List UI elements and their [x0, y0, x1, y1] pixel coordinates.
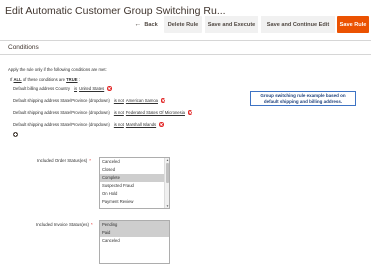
- condition-label: Default billing address Country: [13, 86, 71, 91]
- remove-condition-icon[interactable]: [187, 110, 193, 115]
- required-marker: *: [90, 222, 93, 227]
- callout-line-2: default shipping and billing address.: [263, 98, 343, 104]
- invoice-status-multiselect[interactable]: Pending Paid Canceled: [99, 220, 170, 264]
- required-marker: *: [89, 158, 91, 163]
- order-status-option[interactable]: Canceled: [100, 158, 169, 166]
- condition-row: Default shipping address State/Province …: [13, 98, 166, 103]
- condition-row: Default billing address Country is Unite…: [13, 86, 112, 91]
- root-middle: of these conditions are: [22, 77, 65, 82]
- condition-label: Default shipping address State/Province …: [13, 122, 110, 127]
- invoice-status-label-text: Included Invoice Status(es): [36, 222, 89, 227]
- save-and-execute-button[interactable]: Save and Execute: [205, 16, 258, 33]
- add-condition-icon[interactable]: [13, 132, 18, 137]
- save-and-continue-button[interactable]: Save and Continue Edit: [261, 16, 335, 33]
- back-button-label: Back: [144, 21, 158, 28]
- aggregator-select[interactable]: ALL: [14, 77, 22, 82]
- delete-rule-button[interactable]: Delete Rule: [164, 16, 202, 33]
- order-status-label: Included Order Status(es) *: [37, 158, 91, 163]
- order-status-option[interactable]: Payment Review: [100, 198, 169, 206]
- remove-condition-icon[interactable]: [107, 86, 112, 91]
- value-select[interactable]: TRUE: [66, 77, 77, 82]
- scroll-up-icon[interactable]: ▲: [166, 158, 170, 162]
- condition-value[interactable]: United States: [79, 86, 104, 91]
- back-button[interactable]: ← Back: [131, 16, 161, 33]
- condition-operator[interactable]: is: [74, 86, 77, 91]
- page-actions: ← Back Delete Rule Save and Execute Save…: [131, 16, 369, 33]
- condition-row: Default shipping address State/Province …: [13, 110, 193, 115]
- scroll-thumb[interactable]: [165, 163, 169, 183]
- order-status-option[interactable]: Suspected Fraud: [100, 182, 169, 190]
- annotation-callout: Group switching rule example based on de…: [250, 91, 356, 106]
- condition-operator[interactable]: is not: [114, 98, 124, 103]
- save-rule-button[interactable]: Save Rule: [337, 16, 369, 33]
- conditions-section-header[interactable]: Conditions: [0, 40, 371, 55]
- order-status-option[interactable]: On Hold: [100, 190, 169, 198]
- condition-row: Default shipping address State/Province …: [13, 122, 164, 127]
- condition-root: If ALL of these conditions are TRUE :: [10, 77, 80, 82]
- root-suffix: :: [78, 77, 80, 82]
- condition-label: Default shipping address State/Province …: [13, 98, 110, 103]
- root-prefix: If: [10, 77, 13, 82]
- remove-condition-icon[interactable]: [159, 122, 164, 127]
- arrow-left-icon: ←: [134, 21, 142, 28]
- conditions-intro: Apply the rule only if the following con…: [8, 67, 107, 72]
- remove-condition-icon[interactable]: [160, 98, 166, 103]
- order-status-multiselect[interactable]: Canceled Closed Complete Suspected Fraud…: [99, 157, 170, 209]
- order-status-option[interactable]: Closed: [100, 166, 169, 174]
- condition-value[interactable]: Marshall Islands: [126, 122, 156, 127]
- condition-label: Default shipping address State/Province …: [13, 110, 110, 115]
- invoice-status-option[interactable]: Paid: [100, 229, 169, 237]
- condition-value[interactable]: Federated States Of Micronesia: [126, 110, 185, 115]
- order-status-label-text: Included Order Status(es): [37, 158, 88, 163]
- order-status-scrollbar[interactable]: ▲ ▼: [164, 158, 169, 208]
- condition-operator[interactable]: is not: [114, 110, 124, 115]
- scroll-down-icon[interactable]: ▼: [166, 204, 170, 208]
- section-title: Conditions: [8, 44, 39, 51]
- condition-value[interactable]: American Samoa: [126, 98, 158, 103]
- invoice-status-option[interactable]: Pending: [100, 221, 169, 229]
- invoice-status-option[interactable]: Canceled: [100, 237, 169, 245]
- invoice-status-label: Included Invoice Status(es) *: [36, 222, 93, 227]
- order-status-option[interactable]: Complete: [100, 174, 169, 182]
- condition-operator[interactable]: is not: [114, 122, 124, 127]
